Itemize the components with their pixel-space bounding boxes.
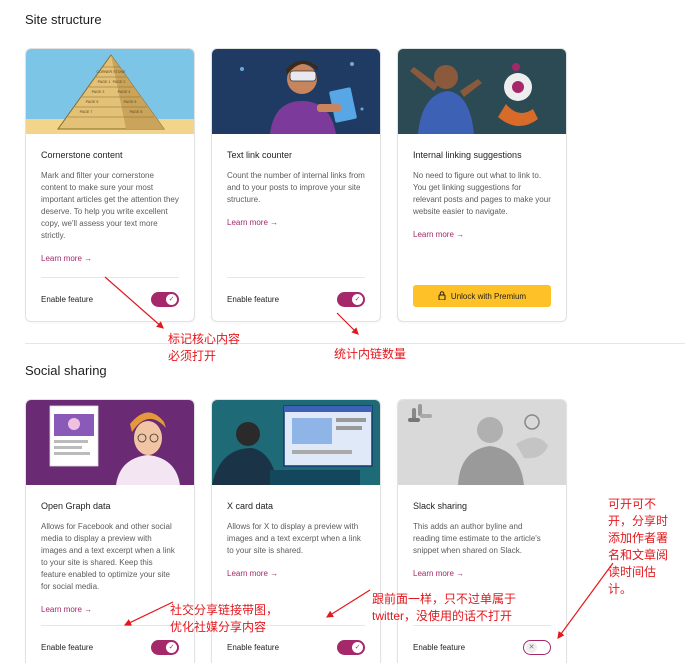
annotation-cornerstone: 标记核心内容 必须打开: [168, 331, 240, 365]
annotation-line: 优化社媒分享内容: [170, 620, 267, 634]
annotation-arrow: [123, 601, 174, 626]
annotation-arrow: [336, 312, 359, 335]
annotation-line: 统计内链数量: [334, 347, 407, 361]
annotation-line: 计。: [608, 582, 633, 596]
annotation-slack: 可开可不 开，分享时 添加作者署 名和文章阅 读时间估 计。: [608, 496, 668, 598]
annotation-arrow: [325, 589, 371, 618]
annotation-arrow: [104, 276, 164, 329]
annotation-line: 读时间估: [608, 565, 657, 579]
annotation-arrow: [557, 562, 614, 639]
annotation-text-link: 统计内链数量: [334, 346, 406, 363]
annotation-x-card: 跟前面一样，只不过单属于 twitter，没使用的话不打开: [372, 591, 516, 625]
annotation-line: 必须打开: [168, 349, 217, 363]
annotation-line: 标记核心内容: [168, 332, 241, 346]
annotation-line: 名和文章阅: [608, 548, 669, 562]
annotation-line: 可开可不: [608, 497, 657, 511]
annotation-arrows: [104, 276, 614, 639]
annotation-line: 社交分享链接带图，: [170, 603, 279, 617]
annotation-line: 开，分享时: [608, 514, 669, 528]
annotation-open-graph: 社交分享链接带图， 优化社媒分享内容: [170, 602, 278, 636]
annotation-line: 添加作者署: [608, 531, 669, 545]
annotation-line: twitter，没使用的话不打开: [372, 609, 513, 623]
annotation-line: 跟前面一样，只不过单属于: [372, 592, 517, 606]
